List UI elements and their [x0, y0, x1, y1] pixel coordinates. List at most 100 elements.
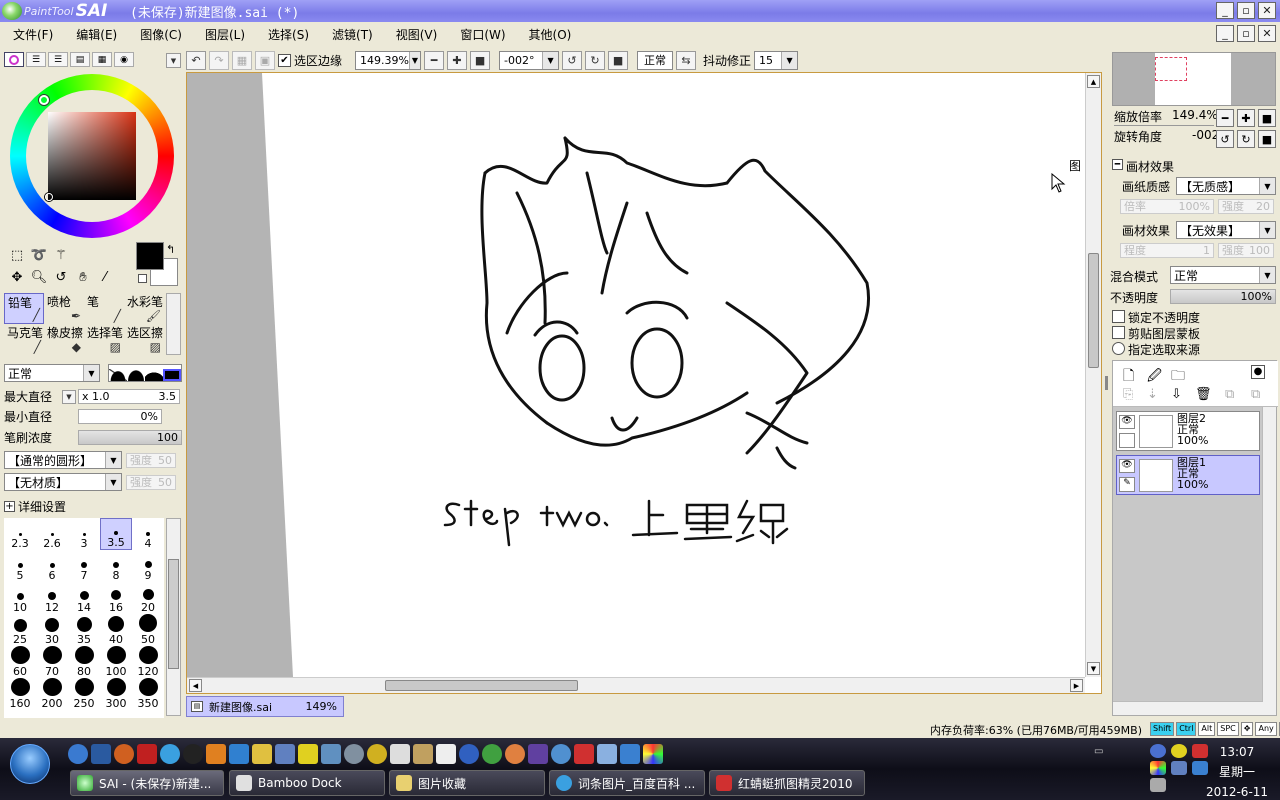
rotate-right-button[interactable]: ↻: [585, 50, 606, 70]
task-baidu[interactable]: 词条图片_百度百科 ...: [549, 770, 705, 796]
brush-size-cell[interactable]: 200: [36, 678, 68, 710]
brush-eraser[interactable]: 橡皮擦 ◆: [44, 324, 84, 355]
app-icon[interactable]: [390, 744, 410, 764]
ctrl-key-indicator[interactable]: Ctrl: [1176, 722, 1197, 736]
density-slider[interactable]: 100: [78, 430, 182, 445]
mix-tab[interactable]: ▤: [70, 52, 90, 67]
paper-scale-slider[interactable]: 倍率 100%: [1120, 199, 1214, 214]
menu-view[interactable]: 视图(V): [383, 26, 448, 43]
lock-opacity-checkbox[interactable]: [1112, 310, 1125, 323]
new-layer-icon[interactable]: 🗋︎: [1123, 365, 1134, 389]
scroll-right-arrow[interactable]: ▶: [1070, 679, 1083, 692]
hand-icon[interactable]: ✋︎: [72, 266, 94, 288]
effect-degree-slider[interactable]: 程度 1: [1120, 243, 1214, 258]
hsv-slider-tab[interactable]: ☰: [48, 52, 68, 67]
merge-down-icon[interactable]: ⇩: [1171, 387, 1182, 402]
scroll-up-arrow[interactable]: ▲: [1087, 75, 1100, 88]
brush-size-cell[interactable]: 250: [68, 678, 100, 710]
brush-size-cell[interactable]: 3.5: [100, 518, 132, 550]
undo-button[interactable]: ↶: [186, 50, 206, 70]
menu-image[interactable]: 图像(C): [127, 26, 192, 43]
tray-icon[interactable]: [1171, 744, 1187, 758]
brush-size-cell[interactable]: 16: [100, 582, 132, 614]
scroll-down-arrow[interactable]: ▼: [1087, 662, 1100, 675]
collapse-minus-icon[interactable]: ━: [1112, 159, 1123, 170]
doc-close-button[interactable]: ✕: [1258, 25, 1276, 42]
app-icon[interactable]: [321, 744, 341, 764]
flip-button[interactable]: ⇆: [676, 50, 697, 70]
rgb-slider-tab[interactable]: ☰: [26, 52, 46, 67]
app-icon[interactable]: [436, 744, 456, 764]
eye-icon[interactable]: 👁︎: [1119, 415, 1135, 429]
any-key-indicator[interactable]: Any: [1255, 722, 1277, 736]
effect-strength-slider[interactable]: 强度 100: [1218, 243, 1274, 258]
task-bamboo-dock[interactable]: Bamboo Dock: [229, 770, 385, 796]
brush-size-cell[interactable]: 9: [132, 550, 164, 582]
app-icon[interactable]: [505, 744, 525, 764]
color-wheel-tab[interactable]: [4, 52, 24, 67]
brush-grid-scrollbar[interactable]: [166, 293, 181, 355]
zoom-reset-button[interactable]: ■: [470, 50, 491, 70]
task-screenshot[interactable]: 红蜻蜓抓图精灵2010: [709, 770, 865, 796]
selection-source-radio[interactable]: [1112, 342, 1125, 355]
close-button[interactable]: ✕: [1258, 2, 1276, 19]
hue-marker[interactable]: [39, 95, 49, 105]
zoom-select[interactable]: 149.39% ▼: [355, 50, 422, 70]
app-icon[interactable]: [643, 744, 663, 764]
new-folder-icon[interactable]: 🗀︎: [1171, 365, 1185, 389]
space-key-indicator[interactable]: SPC: [1217, 722, 1239, 736]
max-diameter-dropdown[interactable]: ▼: [62, 389, 76, 404]
layer-scrollbar[interactable]: [1262, 407, 1276, 715]
brush-size-cell[interactable]: 350: [132, 678, 164, 710]
app-icon[interactable]: [367, 744, 387, 764]
edge-shape-3[interactable]: [145, 369, 163, 381]
network-icon[interactable]: [1171, 761, 1187, 775]
brush-size-cell[interactable]: 6: [36, 550, 68, 582]
menu-other[interactable]: 其他(O): [516, 26, 582, 43]
deselect-button[interactable]: ▦: [232, 50, 252, 70]
brush-airbrush[interactable]: 喷枪 ✒: [44, 293, 84, 324]
canvas-horizontal-scrollbar[interactable]: ◀ ▶: [187, 677, 1085, 693]
brush-size-cell[interactable]: 2.6: [36, 518, 68, 550]
app-icon[interactable]: [482, 744, 502, 764]
pen-icon[interactable]: ✎: [1119, 477, 1135, 492]
app-icon[interactable]: [620, 744, 640, 764]
menu-select[interactable]: 选择(S): [255, 26, 319, 43]
ie-icon[interactable]: [160, 744, 180, 764]
eye-icon[interactable]: 👁︎: [1119, 459, 1135, 473]
merge-icon[interactable]: ⧉: [1225, 387, 1234, 402]
new-linework-layer-icon[interactable]: 🖉︎: [1147, 365, 1162, 389]
brush-shape-select[interactable]: 【通常的圆形】 ▼: [4, 451, 122, 469]
app-icon[interactable]: [344, 744, 364, 764]
layer-blend-select[interactable]: 正常 ▼: [1170, 266, 1276, 284]
max-diameter-slider[interactable]: x 1.0 3.5: [78, 389, 180, 404]
brush-mode-select[interactable]: 正常 ▼: [4, 364, 100, 382]
clip-mask-checkbox[interactable]: [1112, 326, 1125, 339]
brush-select-pen[interactable]: 选择笔 ▨: [84, 324, 124, 355]
layer-lock-slot[interactable]: [1119, 433, 1135, 448]
doc-minimize-button[interactable]: _: [1216, 25, 1234, 42]
swatch-tab[interactable]: ▦: [92, 52, 112, 67]
layer-mask-icon[interactable]: ●: [1251, 365, 1265, 379]
qq-icon[interactable]: [183, 744, 203, 764]
layer-item-active[interactable]: 👁︎ ✎ 图层1 正常 100%: [1116, 455, 1260, 495]
brush-marker[interactable]: 马克笔 ╱: [4, 324, 44, 355]
brush-size-cell[interactable]: 14: [68, 582, 100, 614]
menu-edit[interactable]: 编辑(E): [63, 26, 127, 43]
brush-size-cell[interactable]: 10: [4, 582, 36, 614]
app-icon[interactable]: [413, 744, 433, 764]
shift-key-indicator[interactable]: Shift: [1150, 722, 1175, 736]
task-pictures[interactable]: 图片收藏: [389, 770, 545, 796]
invert-selection-button[interactable]: ▣: [255, 50, 275, 70]
tray-icon[interactable]: [1150, 744, 1166, 758]
brush-size-cell[interactable]: 40: [100, 614, 132, 646]
menu-layer[interactable]: 图层(L): [192, 26, 255, 43]
paper-texture-select[interactable]: 【无质感】 ▼: [1176, 177, 1276, 195]
layer-opacity-slider[interactable]: 100%: [1170, 289, 1276, 304]
nav-zoom-in-button[interactable]: ✚: [1237, 109, 1255, 127]
brush-pen[interactable]: 笔 ╱: [84, 293, 124, 324]
app-icon[interactable]: [459, 744, 479, 764]
transfer-down-icon[interactable]: ⇣: [1147, 387, 1158, 402]
brush-size-cell[interactable]: 70: [36, 646, 68, 678]
selection-edge-checkbox[interactable]: ✔: [278, 53, 291, 67]
